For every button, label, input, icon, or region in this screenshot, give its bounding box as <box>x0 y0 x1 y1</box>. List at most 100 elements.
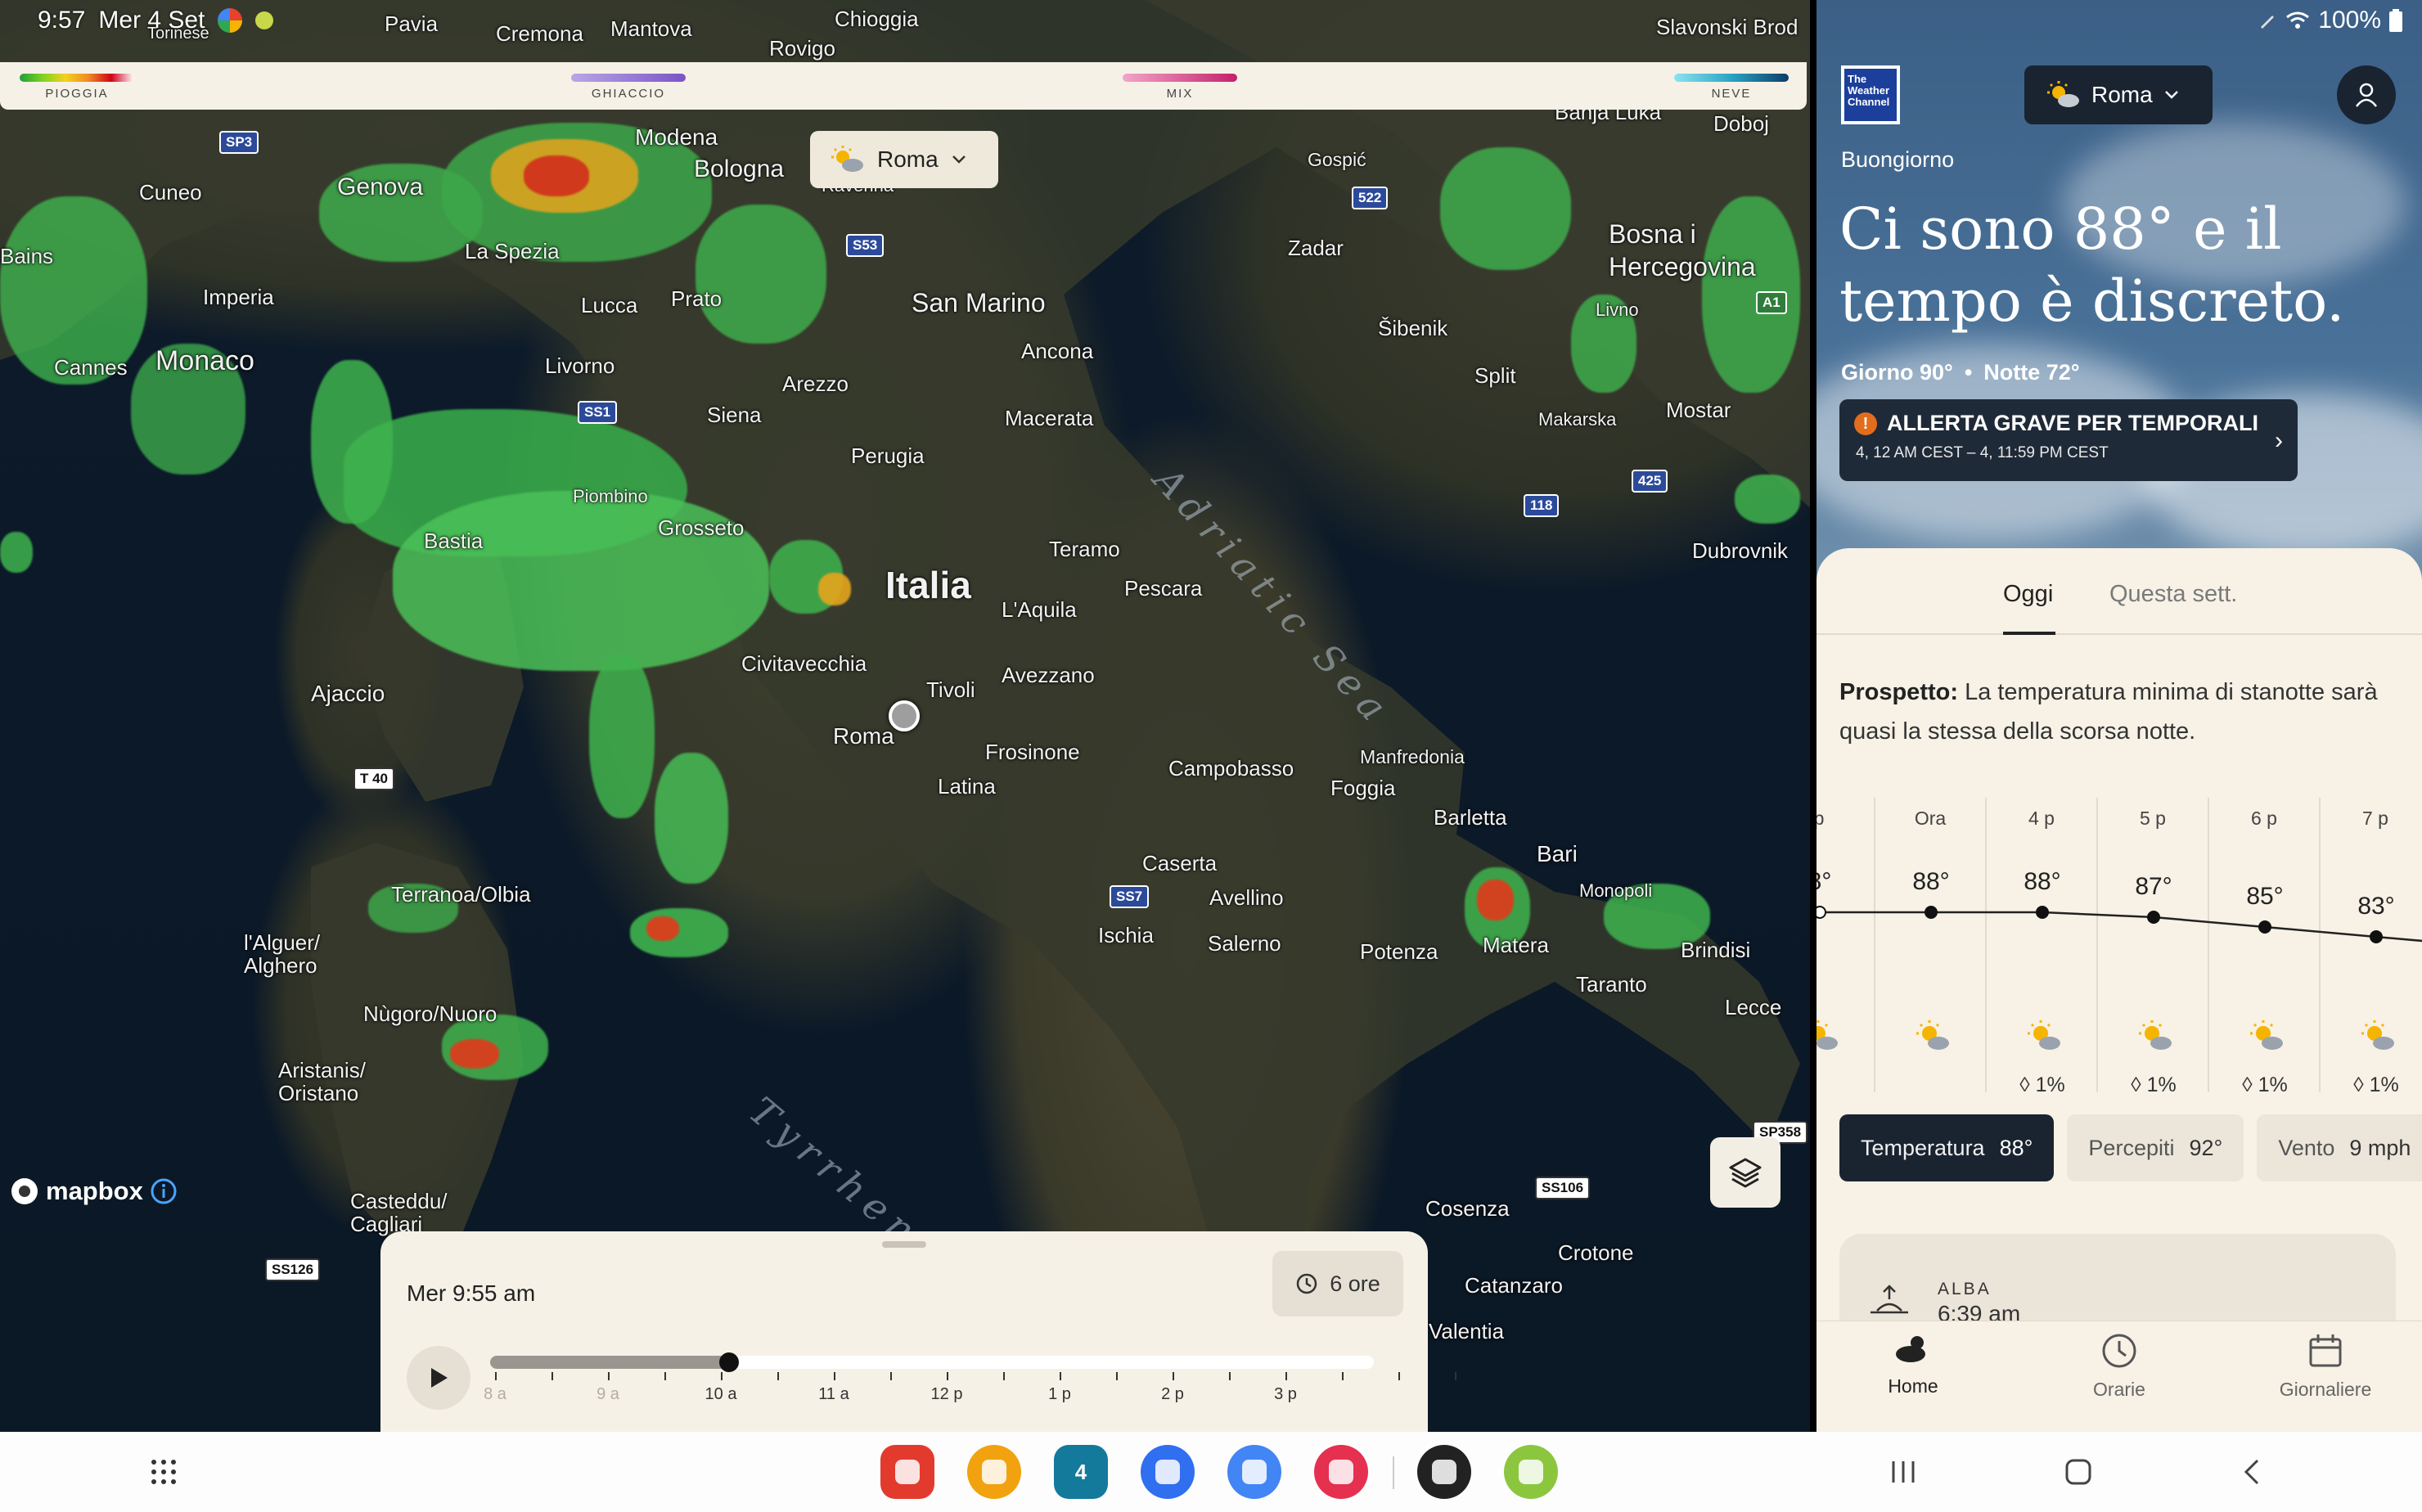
city-label: Bastia <box>424 529 484 553</box>
legend-snow: NEVE <box>1674 74 1789 101</box>
timeline-scrubber[interactable] <box>490 1352 1374 1372</box>
chevron-down-icon <box>952 155 966 164</box>
mapbox-attribution[interactable]: mapbox <box>10 1177 178 1206</box>
precip-cell <box>818 573 851 605</box>
map-location-selector[interactable]: Roma <box>810 131 998 188</box>
road-shield: T 40 <box>353 767 395 790</box>
forecast-tabs: Oggi Questa sett. <box>1816 581 2422 635</box>
system-taskbar: 4 <box>0 1432 2422 1512</box>
play-button[interactable] <box>407 1346 470 1410</box>
city-label: Zadar <box>1288 236 1344 260</box>
precip-cell <box>696 205 826 344</box>
recent-apps-button[interactable] <box>1879 1451 1928 1492</box>
weather-channel-logo[interactable]: The Weather Channel <box>1841 65 1900 124</box>
city-label: Imperia <box>203 285 274 309</box>
app-glyph <box>895 1460 920 1484</box>
city-label: Arezzo <box>782 371 849 396</box>
crown-app-icon[interactable] <box>1417 1445 1471 1499</box>
metric-chip[interactable]: Vento 9 mph <box>2257 1114 2422 1181</box>
back-button[interactable] <box>2227 1451 2276 1492</box>
city-label: Lucca <box>581 293 638 317</box>
outlook-text: Prospetto: La temperatura minima di stan… <box>1839 673 2412 751</box>
metric-chip[interactable]: Temperatura 88° <box>1839 1114 2055 1181</box>
road-shield: SS7 <box>1110 885 1150 908</box>
location-selector[interactable]: Roma <box>2024 65 2213 124</box>
timeline-range-button[interactable]: 6 ore <box>1272 1251 1403 1316</box>
hourly-forecast[interactable]: p8°Ora88°4 p88°◊ 1%5 p87°◊ 1%6 p85°◊ 1%7… <box>1816 798 2422 1092</box>
leaf-app-icon[interactable] <box>1504 1445 1558 1499</box>
wifi-icon <box>2286 11 2310 29</box>
timeline-tick <box>1229 1372 1231 1380</box>
info-icon[interactable] <box>150 1177 178 1205</box>
city-label: Barletta <box>1434 805 1507 830</box>
nav-daily[interactable]: Giornaliere <box>2244 1333 2407 1401</box>
timeline-hour-label: 1 p <box>1048 1385 1071 1403</box>
home-icon <box>2065 1459 2091 1485</box>
city-label: Monopoli <box>1579 880 1653 901</box>
city-label: Monaco <box>155 345 254 376</box>
bottom-navigation: Home Orarie Giornaliere <box>1816 1321 2422 1432</box>
nav-home[interactable]: Home <box>1831 1333 1995 1397</box>
hourly-temp-point <box>1925 906 1938 919</box>
city-label: Valentia <box>1429 1319 1505 1343</box>
tab-today[interactable]: Oggi <box>2003 581 2053 608</box>
road-shield: 522 <box>1352 187 1389 209</box>
home-button[interactable] <box>2054 1451 2103 1492</box>
chrome-app-icon[interactable] <box>1227 1445 1281 1499</box>
split-divider[interactable] <box>1810 0 1816 1432</box>
night-temp: Notte 72° <box>1983 360 2080 385</box>
city-label: Frosinone <box>985 740 1080 764</box>
files-app-icon[interactable] <box>967 1445 1021 1499</box>
brand-text: The Weather Channel <box>1844 69 1897 121</box>
legend-snow-label: NEVE <box>1711 87 1752 101</box>
city-label: Brindisi <box>1681 938 1751 962</box>
city-label: Chioggia <box>835 7 919 31</box>
drag-handle[interactable] <box>882 1241 926 1248</box>
timeline-tick <box>1455 1372 1456 1380</box>
city-label: Mantova <box>610 16 692 41</box>
map-layers-button[interactable] <box>1710 1137 1780 1208</box>
timeline-current-time: Mer 9:55 am <box>407 1280 536 1306</box>
clock-icon <box>1296 1273 1317 1294</box>
calendar-app-icon[interactable]: 4 <box>1054 1445 1108 1499</box>
radar-map[interactable]: Adriatic Sea Tyrrhenian Italia Pavia Cre… <box>0 0 1810 1432</box>
status-date: Mer 4 Set <box>98 7 205 34</box>
nav-hourly-label: Orarie <box>2093 1379 2145 1400</box>
radar-timeline-panel[interactable]: Mer 9:55 am 6 ore 8 a 9 a 10 a 11 a 12 p 1 p 2… <box>380 1231 1456 1432</box>
metric-chip[interactable]: Percepiti 92° <box>2067 1114 2244 1181</box>
profile-button[interactable] <box>2337 65 2396 124</box>
precip-cell <box>0 532 33 573</box>
city-label: Tivoli <box>926 677 975 702</box>
timeline-tick <box>1060 1372 1061 1380</box>
city-label: Taranto <box>1576 972 1647 997</box>
nav-hourly[interactable]: Orarie <box>2037 1333 2201 1401</box>
play-icon <box>431 1368 448 1388</box>
city-label: Piombino <box>573 486 648 506</box>
current-location-pin[interactable] <box>889 700 920 731</box>
city-label: Prato <box>671 286 723 311</box>
legend-mix: MIX <box>1123 74 1237 101</box>
metric-chips: Temperatura 88° Percepiti 92° Vento 9 mph <box>1839 1114 2422 1181</box>
camera-app-icon[interactable] <box>1314 1445 1368 1499</box>
tab-this-week[interactable]: Questa sett. <box>2109 581 2237 608</box>
notification-icon <box>255 11 274 29</box>
timeline-tick <box>1285 1372 1287 1380</box>
messages-app-icon[interactable] <box>1141 1445 1195 1499</box>
legend-rain-bar <box>20 74 134 82</box>
calendar-date: 4 <box>1074 1459 1087 1484</box>
city-label: Makarska <box>1538 409 1617 430</box>
city-label: Salerno <box>1208 931 1281 956</box>
status-bar-right: 100% <box>2258 7 2402 34</box>
severe-alert-banner[interactable]: ! ALLERTA GRAVE PER TEMPORALI 4, 12 AM C… <box>1839 399 2298 481</box>
map-location-label: Roma <box>877 146 939 172</box>
app-drawer-button[interactable] <box>139 1451 188 1492</box>
city-label: Cremona <box>496 21 583 46</box>
mapbox-logo-icon <box>11 1178 38 1204</box>
day-night-temps: Giorno 90° • Notte 72° <box>1841 360 2080 385</box>
timeline-range-label: 6 ore <box>1330 1271 1380 1296</box>
city-label: Dubrovnik <box>1692 538 1789 563</box>
timeline-hour-label: 12 p <box>930 1385 963 1403</box>
timeline-knob[interactable] <box>718 1352 739 1372</box>
city-label: Avezzano <box>1002 663 1095 687</box>
notes-app-icon[interactable] <box>880 1445 934 1499</box>
